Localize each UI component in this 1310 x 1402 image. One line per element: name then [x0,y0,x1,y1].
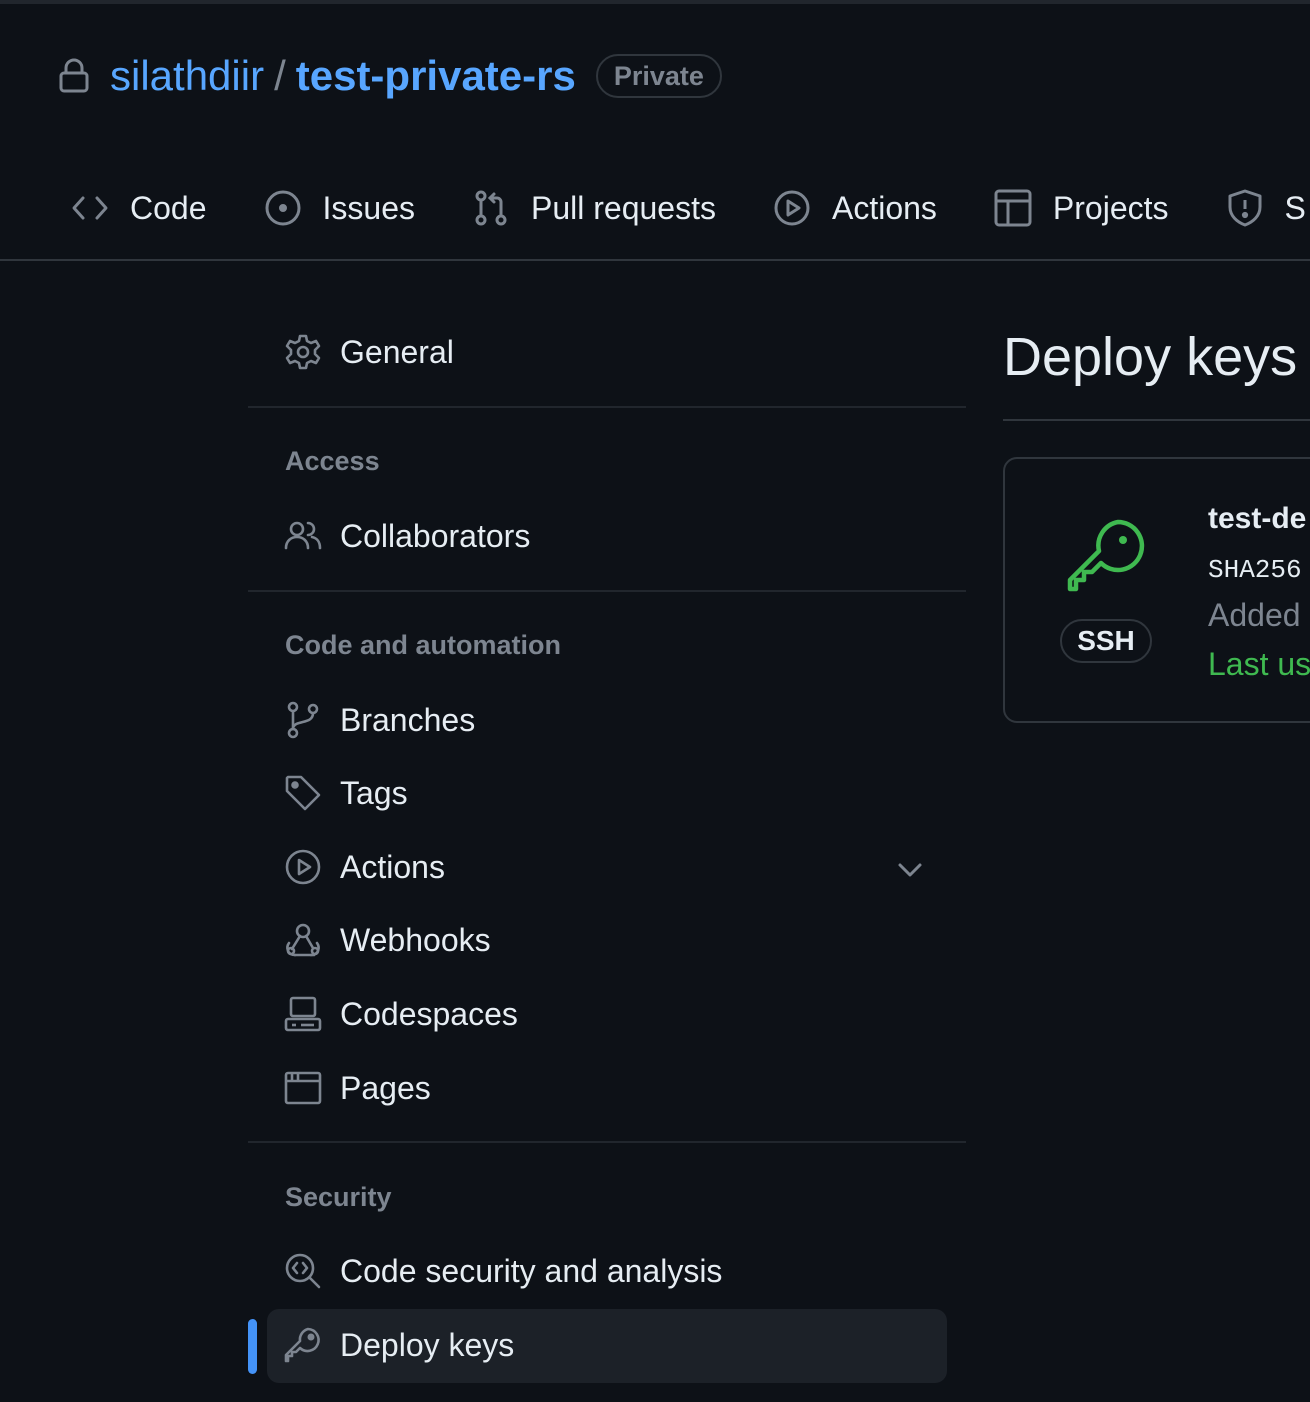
deploy-key-added: Added [1208,597,1301,633]
key-type-badge: SSH [1060,619,1152,663]
tab-label: Issues [322,189,415,226]
deploy-key-title: test-de [1208,502,1307,535]
sidebar-item-label: Actions [340,848,445,885]
sidebar-item-label: General [340,333,454,370]
issue-opened-icon [263,188,303,228]
shield-icon [1225,188,1265,228]
browser-icon [284,1069,322,1107]
git-branch-icon [284,701,322,739]
sidebar-item-deploy-keys[interactable]: Deploy keys [284,1326,514,1364]
sidebar-item-actions[interactable]: Actions [284,848,445,886]
tag-icon [284,774,322,812]
tab-label: Actions [831,189,937,226]
play-icon [772,188,812,228]
sidebar-item-label: Pages [340,1069,431,1106]
sidebar-item-branches[interactable]: Branches [284,701,475,739]
chevron-down-icon[interactable] [896,856,924,884]
repo-owner-link[interactable]: silathdiir [110,52,264,100]
sidebar-divider [248,1141,966,1143]
people-icon [284,517,322,555]
title-divider [1003,419,1310,421]
tab-security[interactable]: S [1225,188,1306,228]
lock-icon [58,56,90,96]
play-icon [284,848,322,886]
sidebar-item-label: Webhooks [340,921,491,958]
visibility-badge: Private [595,54,722,98]
webhook-icon [284,921,322,959]
sidebar-group-heading-access: Access [285,446,380,476]
sidebar-item-collaborators[interactable]: Collaborators [284,517,530,555]
deploy-key-card [1003,457,1310,723]
sidebar-item-label: Code security and analysis [340,1252,723,1289]
table-icon [993,188,1033,228]
top-strip [0,0,1310,4]
code-icon [70,188,110,228]
tab-actions[interactable]: Actions [772,188,937,228]
tab-code[interactable]: Code [70,188,207,228]
tabs-divider [0,259,1310,261]
tab-label: Projects [1052,189,1169,226]
repo-path-separator: / [274,52,286,99]
tab-issues[interactable]: Issues [263,188,415,228]
key-icon [1066,518,1146,598]
repo-tabs: Code Issues Pull requests Actions Projec… [70,180,1310,236]
sidebar-item-label: Deploy keys [340,1326,515,1363]
tab-label: Pull requests [530,189,716,226]
repo-name-link[interactable]: test-private-rs [296,52,576,100]
deploy-key-fingerprint: SHA256 [1208,555,1302,585]
sidebar-item-label: Collaborators [340,517,531,554]
sidebar-item-label: Codespaces [340,995,518,1032]
deploy-key-last-used: Last us [1208,646,1310,682]
tab-label: S [1284,189,1306,226]
sidebar-item-pages[interactable]: Pages [284,1069,431,1107]
page-title: Deploy keys [1003,327,1298,387]
sidebar-item-label: Tags [340,774,408,811]
sidebar-item-label: Branches [340,701,476,738]
tab-pull-requests[interactable]: Pull requests [471,188,716,228]
active-item-indicator [248,1319,257,1374]
sidebar-item-code-security[interactable]: Code security and analysis [284,1252,722,1290]
sidebar-item-codespaces[interactable]: Codespaces [284,995,518,1033]
sidebar-group-heading-security: Security [285,1182,392,1212]
sidebar-item-general[interactable]: General [284,333,454,371]
codescan-icon [284,1252,322,1290]
sidebar-item-tags[interactable]: Tags [284,774,408,812]
sidebar-group-heading-code-automation: Code and automation [285,630,561,660]
tab-label: Code [130,189,207,226]
repo-header: silathdiir / test-private-rs Private [58,50,722,102]
tab-projects[interactable]: Projects [993,188,1169,228]
key-icon [284,1326,322,1364]
gear-icon [284,333,322,371]
sidebar-divider [248,406,966,408]
codespaces-icon [284,995,322,1033]
sidebar-divider [248,590,966,592]
git-pull-request-icon [471,188,511,228]
sidebar-item-webhooks[interactable]: Webhooks [284,921,491,959]
